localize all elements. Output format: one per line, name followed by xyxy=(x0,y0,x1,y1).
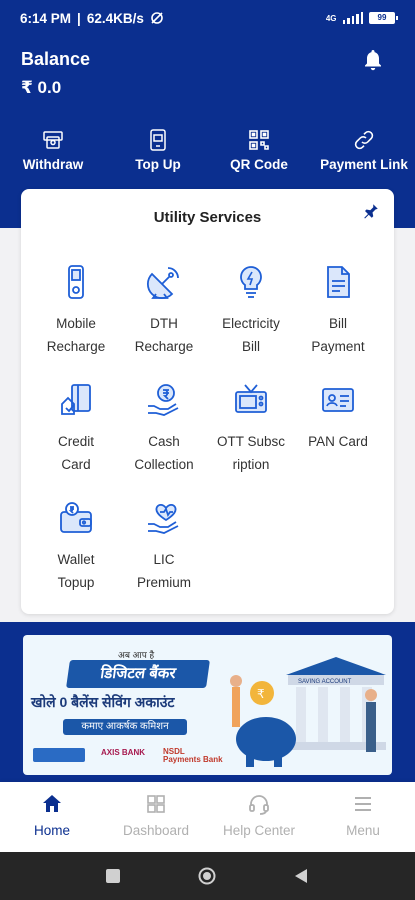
link-icon xyxy=(354,130,374,150)
document-icon xyxy=(327,266,350,298)
service-label-line1: Credit xyxy=(57,434,94,449)
promo-banner[interactable]: अब आप है डिजिटल बैंकर खोले 0 बैलेंस सेवि… xyxy=(23,635,392,775)
cash-hand-icon xyxy=(148,384,179,416)
wallet-icon xyxy=(60,502,92,533)
withdraw-button[interactable]: Withdraw xyxy=(20,128,86,172)
service-label-line1: Wallet xyxy=(57,552,95,567)
satellite-dish-icon xyxy=(146,267,179,300)
heart-hand-icon xyxy=(148,503,179,534)
payment-link-button[interactable]: Payment Link xyxy=(316,128,412,172)
service-label-line2: Recharge xyxy=(46,339,106,354)
utility-services-card: Utility Services Mobile Recharge DTH Recha… xyxy=(21,189,394,614)
balance-value: ₹ 0.0 xyxy=(21,78,62,97)
service-label-line2: Premium xyxy=(136,575,191,590)
balance-label: Balance xyxy=(21,49,91,69)
nav-help-label: Help Center xyxy=(222,823,296,838)
home-icon xyxy=(43,795,61,812)
banner-sign: SAVING ACCOUNT xyxy=(298,679,352,685)
service-bill-payment[interactable]: Bill Payment xyxy=(293,264,383,358)
dashboard-icon xyxy=(147,795,165,813)
headset-icon xyxy=(249,795,269,815)
topup-label: Top Up xyxy=(135,157,181,172)
status-time: 6:14 PM xyxy=(20,10,72,26)
banner-strip: कमाए आकर्षक कमिशन xyxy=(63,719,187,735)
payment-link-label: Payment Link xyxy=(320,157,408,172)
notification-bell-icon[interactable] xyxy=(361,48,385,72)
service-ott-subscription[interactable]: OTT Subsc ription xyxy=(206,382,296,476)
service-dth-recharge[interactable]: DTH Recharge xyxy=(119,264,209,358)
nav-home-label: Home xyxy=(33,823,70,838)
service-pan-card[interactable]: PAN Card xyxy=(293,382,383,453)
nav-home[interactable]: Home xyxy=(0,792,104,838)
bank-illustration: SAVING ACCOUNT ₹ xyxy=(230,657,386,767)
service-label-line2: Collection xyxy=(134,457,194,472)
utility-services-title: Utility Services xyxy=(153,209,262,226)
service-label-line1: Mobile xyxy=(56,316,96,331)
bottom-navigation: Home Dashboard Help Center Menu xyxy=(0,782,415,852)
nav-menu[interactable]: Menu xyxy=(311,792,415,838)
quick-actions: Withdraw Top Up QR Code Payment Link xyxy=(0,128,415,178)
nav-menu-label: Menu xyxy=(346,823,380,838)
service-label-line2: Payment xyxy=(311,339,365,354)
bank-logo-nsdl: NSDL Payments Bank xyxy=(163,747,223,764)
service-mobile-recharge[interactable]: Mobile Recharge xyxy=(31,264,121,358)
service-label-line1: Cash xyxy=(148,434,180,449)
qr-code-icon xyxy=(249,130,269,150)
service-label-line1: LIC xyxy=(153,552,175,567)
service-label-line2: Topup xyxy=(57,575,95,590)
nav-dashboard-label: Dashboard xyxy=(122,823,190,838)
tv-icon xyxy=(235,384,267,413)
svg-text:₹: ₹ xyxy=(257,687,265,701)
signal-icon xyxy=(342,12,363,24)
qr-code-label: QR Code xyxy=(230,157,288,172)
service-electricity-bill[interactable]: Electricity Bill xyxy=(206,264,296,358)
banner-title: डिजिटल बैंकर xyxy=(66,660,210,688)
qr-code-button[interactable]: QR Code xyxy=(226,128,292,172)
service-label-line1: PAN Card xyxy=(308,434,368,449)
id-card-icon xyxy=(322,388,354,412)
recents-icon[interactable] xyxy=(104,867,122,885)
service-label-line1: Electricity xyxy=(222,316,280,331)
service-label-line2: Card xyxy=(61,457,91,472)
service-label-line2: Bill xyxy=(241,339,260,354)
topup-icon xyxy=(150,129,166,151)
bulb-icon xyxy=(240,266,262,298)
service-label-line2: Recharge xyxy=(134,339,194,354)
bank-logo-1 xyxy=(33,748,85,762)
mobile-icon xyxy=(68,265,84,299)
home-button-icon[interactable] xyxy=(198,867,216,885)
menu-icon xyxy=(355,797,371,811)
system-navigation-bar xyxy=(0,852,415,900)
withdraw-label: Withdraw xyxy=(22,157,84,172)
service-label-line1: DTH xyxy=(150,316,178,331)
no-sync-icon xyxy=(151,12,163,24)
nav-help-center[interactable]: Help Center xyxy=(207,792,311,838)
service-credit-card[interactable]: Credit Card xyxy=(31,382,121,476)
service-wallet-topup[interactable]: Wallet Topup xyxy=(31,500,121,594)
battery-icon: 99 xyxy=(369,12,398,24)
bank-logo-axis: AXIS BANK xyxy=(101,748,146,757)
service-label-line1: Bill xyxy=(328,316,347,331)
status-bar: 6:14 PM | 62.4KB/s 4G 99 xyxy=(0,0,415,36)
service-label-line1: OTT Subsc xyxy=(216,434,286,449)
service-label-line2: ription xyxy=(232,457,270,472)
pin-icon[interactable] xyxy=(362,202,380,220)
withdraw-icon xyxy=(43,131,63,149)
banner-subtitle: खोले 0 बैलेंस सेविंग अकाउंट xyxy=(31,694,175,710)
network-type: 4G xyxy=(325,13,337,23)
status-speed: 62.4KB/s xyxy=(86,10,144,26)
battery-level: 99 xyxy=(377,13,387,22)
service-cash-collection[interactable]: Cash Collection xyxy=(119,382,209,476)
topup-button[interactable]: Top Up xyxy=(130,128,186,172)
credit-card-icon xyxy=(61,384,91,415)
nav-dashboard[interactable]: Dashboard xyxy=(104,792,208,838)
back-icon[interactable] xyxy=(292,867,310,885)
service-lic-premium[interactable]: LIC Premium xyxy=(119,500,209,594)
